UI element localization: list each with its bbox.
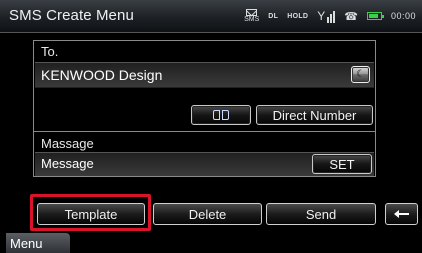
to-label: To.: [41, 44, 59, 59]
clear-recipient-button[interactable]: ☾: [351, 66, 370, 83]
phonebook-button[interactable]: [191, 105, 251, 125]
antenna-icon: Y: [317, 9, 336, 23]
moon-icon: ☾: [356, 69, 365, 80]
back-button[interactable]: [385, 203, 418, 225]
delete-button[interactable]: Delete: [153, 203, 262, 225]
dl-indicator: DL: [268, 12, 279, 20]
send-button[interactable]: Send: [266, 203, 376, 225]
to-field[interactable]: KENWOOD Design ☾: [35, 62, 374, 88]
set-button[interactable]: SET: [312, 154, 372, 174]
page-title: SMS Create Menu: [9, 7, 134, 24]
book-icon: [213, 109, 229, 121]
message-panel: Massage Message SET: [33, 131, 376, 177]
sms-create-menu-screen: SMS Create Menu SMS DL HOLD Y ☎ 00:00 To…: [0, 0, 422, 253]
hold-indicator: HOLD: [287, 12, 309, 20]
title-bar: SMS Create Menu SMS DL HOLD Y ☎ 00:00: [0, 0, 422, 33]
recipient-value: KENWOOD Design: [41, 67, 163, 83]
sms-icon: SMS: [244, 8, 259, 24]
template-highlight-box: [30, 194, 151, 231]
phone-icon: ☎: [344, 10, 358, 23]
clock: 00:00: [390, 11, 416, 21]
to-panel: To. KENWOOD Design ☾ Direct Number: [33, 40, 376, 132]
direct-number-button[interactable]: Direct Number: [256, 105, 373, 125]
battery-icon: [366, 12, 384, 20]
return-icon: [393, 209, 410, 219]
status-bar: SMS DL HOLD Y ☎ 00:00: [244, 4, 416, 28]
message-label: Massage: [41, 136, 94, 151]
menu-tab[interactable]: Menu: [6, 233, 70, 253]
message-field[interactable]: Message SET: [35, 152, 374, 176]
message-value: Message: [41, 156, 94, 171]
